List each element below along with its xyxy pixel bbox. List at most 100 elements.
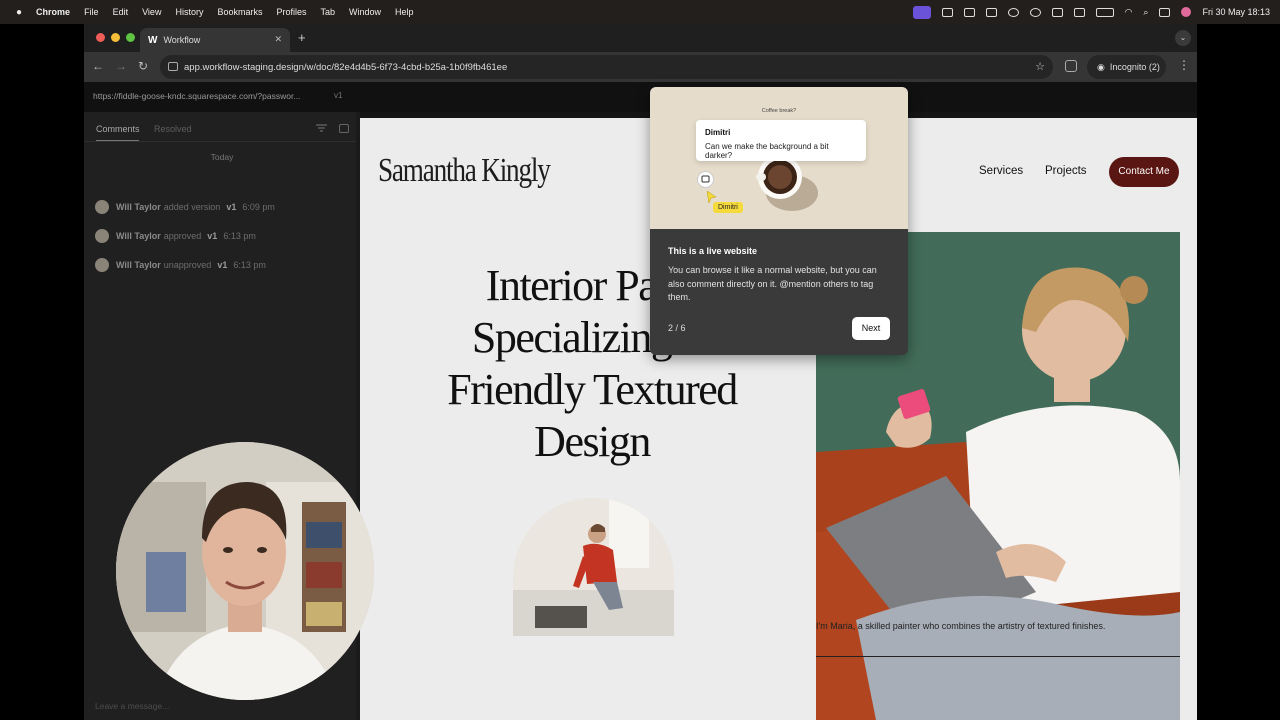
site-brand[interactable]: Samantha Kingly — [378, 152, 551, 190]
popover-body: You can browse it like a normal website,… — [668, 265, 877, 302]
activity-time: 6:13 pm — [233, 260, 266, 270]
activity-user: Will Taylor — [116, 260, 161, 270]
extension-icon[interactable] — [941, 7, 953, 17]
active-tab-indicator — [96, 140, 139, 141]
tab-title: Workflow — [163, 35, 201, 45]
nav-services[interactable]: Services — [979, 165, 1023, 177]
forward-button[interactable]: → — [115, 59, 127, 73]
intro-caption: I'm Maria, a skilled painter who combine… — [816, 621, 1106, 631]
menu-bookmarks[interactable]: Bookmarks — [217, 7, 262, 17]
workflow-favicon: W — [148, 34, 158, 46]
next-button[interactable]: Next — [852, 317, 890, 340]
hero-heading-line: Design — [534, 417, 651, 466]
menu-help[interactable]: Help — [395, 7, 414, 17]
activity-item: Will Taylor approved v1 6:13 pm — [95, 228, 256, 244]
avatar — [95, 200, 109, 214]
webcam-overlay — [116, 442, 374, 700]
day-separator: Today — [210, 152, 234, 162]
message-input[interactable]: Leave a message... — [95, 701, 169, 711]
screen-record-icon[interactable] — [912, 5, 931, 19]
battery-icon[interactable] — [1095, 7, 1114, 17]
avatar — [95, 258, 109, 272]
back-button[interactable]: ← — [92, 59, 104, 73]
close-window-button[interactable] — [96, 33, 105, 42]
activity-action: unapproved — [163, 260, 212, 270]
painter-arch-image — [513, 498, 674, 636]
apple-icon[interactable]: ● — [16, 7, 22, 18]
filter-icon[interactable] — [316, 124, 327, 132]
activity-item: Will Taylor added version v1 6:09 pm — [95, 199, 275, 215]
activity-item: Will Taylor unapproved v1 6:13 pm — [95, 257, 266, 273]
section-divider — [816, 656, 1180, 657]
incognito-label: Incognito (2) — [1109, 62, 1160, 72]
onboarding-popover: Coffee break? Dimitri Can we make the ba… — [650, 87, 908, 355]
reload-button[interactable]: ↻ — [138, 59, 148, 73]
illustration-label: Coffee break? — [761, 108, 797, 114]
tab-comments[interactable]: Comments — [96, 124, 140, 134]
collapse-sidebar-icon[interactable] — [339, 124, 349, 133]
menu-file[interactable]: File — [84, 7, 99, 17]
menu-history[interactable]: History — [175, 7, 203, 17]
url-text: app.workflow-staging.design/w/doc/82e4d4… — [184, 61, 508, 73]
activity-version: v1 — [207, 231, 218, 241]
avatar — [95, 229, 109, 243]
sidebar-tabs: Comments Resolved — [84, 112, 356, 142]
popover-step-counter: 2 / 6 — [668, 323, 686, 333]
menu-profiles[interactable]: Profiles — [276, 7, 306, 17]
creative-cloud-icon[interactable] — [1029, 7, 1041, 17]
tab-resolved[interactable]: Resolved — [154, 124, 192, 134]
activity-action: added version — [163, 202, 221, 212]
activity-version: v1 — [217, 260, 228, 270]
control-center-icon[interactable] — [1159, 7, 1171, 17]
incognito-indicator[interactable]: ◉ Incognito (2) — [1087, 55, 1166, 79]
minimize-window-button[interactable] — [111, 33, 120, 42]
new-tab-button[interactable]: + — [298, 30, 306, 45]
browser-menu-icon[interactable]: ⋮ — [1178, 58, 1190, 72]
comment-author: Dimitri — [705, 128, 731, 137]
painter-illustration — [513, 498, 674, 636]
zoom-window-button[interactable] — [126, 33, 135, 42]
activity-version: v1 — [226, 202, 237, 212]
siri-icon[interactable] — [1181, 7, 1192, 17]
comment-pin-icon — [697, 171, 714, 188]
menu-app-name[interactable]: Chrome — [36, 7, 70, 17]
comment-bubble: Dimitri Can we make the background a bit… — [696, 120, 866, 161]
site-settings-icon[interactable] — [168, 62, 178, 71]
extensions-icon[interactable] — [1065, 60, 1077, 72]
address-bar[interactable]: app.workflow-staging.design/w/doc/82e4d4… — [160, 55, 1053, 79]
comment-text: Can we make the background a bit darker? — [705, 142, 829, 160]
bookmark-star-icon[interactable]: ☆ — [1035, 60, 1045, 73]
activity-time: 6:09 pm — [242, 202, 275, 212]
tab-search-button[interactable]: ⌄ — [1175, 30, 1191, 46]
activity-user: Will Taylor — [116, 231, 161, 241]
clock[interactable]: Fri 30 May 18:13 — [1202, 7, 1270, 17]
popover-illustration: Coffee break? Dimitri Can we make the ba… — [650, 87, 908, 229]
activity-action: approved — [163, 231, 202, 241]
page-url[interactable]: https://fiddle-goose-kndc.squarespace.co… — [93, 91, 300, 101]
lock-icon[interactable] — [1051, 7, 1063, 17]
nav-projects[interactable]: Projects — [1045, 165, 1087, 177]
popover-title: This is a live website — [668, 246, 758, 256]
menu-tab[interactable]: Tab — [321, 7, 336, 17]
menu-edit[interactable]: Edit — [113, 7, 129, 17]
navigation-bar: ← → ↻ app.workflow-staging.design/w/doc/… — [84, 52, 1197, 82]
cursor-name-tag: Dimitri — [713, 202, 743, 213]
spotlight-icon[interactable]: ⌕ — [1143, 7, 1148, 18]
menu-window[interactable]: Window — [349, 7, 381, 17]
status-area: ◠ ⌕ Fri 30 May 18:13 — [912, 0, 1270, 24]
menu-view[interactable]: View — [142, 7, 161, 17]
notion-icon[interactable] — [963, 7, 975, 17]
hero-heading-line: Friendly Textured — [447, 365, 738, 414]
wifi-icon[interactable]: ◠ — [1125, 7, 1133, 18]
presenter-video — [116, 442, 374, 700]
whatsapp-icon[interactable] — [1007, 7, 1019, 17]
app-toolbar: https://fiddle-goose-kndc.squarespace.co… — [84, 82, 1197, 112]
tab-strip: W Workflow ✕ + ⌄ — [84, 24, 1197, 52]
close-tab-icon[interactable]: ✕ — [274, 34, 282, 45]
activity-user: Will Taylor — [116, 202, 161, 212]
vpn-icon[interactable] — [1073, 7, 1085, 17]
contact-me-button[interactable]: Contact Me — [1109, 157, 1179, 187]
sync-icon[interactable] — [985, 7, 997, 17]
version-selector[interactable]: v1 — [334, 91, 342, 100]
browser-tab[interactable]: W Workflow ✕ — [140, 28, 290, 52]
